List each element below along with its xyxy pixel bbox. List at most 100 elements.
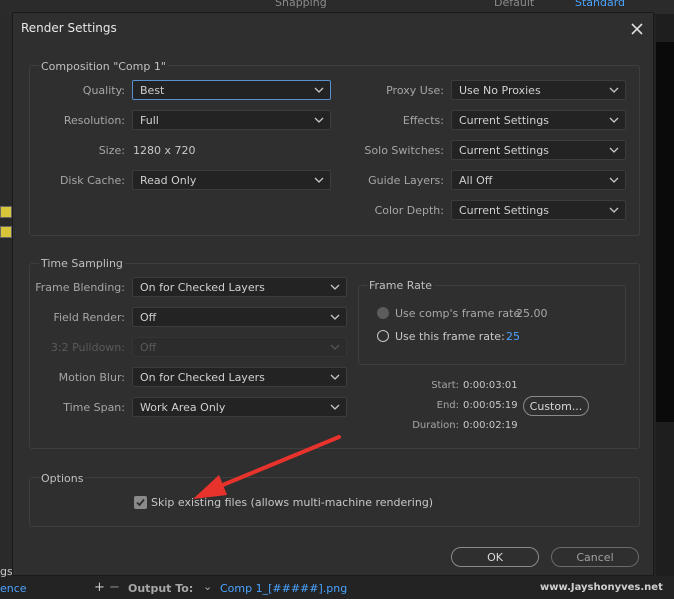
cancel-button[interactable]: Cancel bbox=[551, 547, 639, 567]
render-queue-row: gs ence + − Output To: ⌄ Comp 1_[#####].… bbox=[0, 565, 674, 599]
annotation-arrow-icon bbox=[193, 435, 341, 499]
app-right-panel bbox=[656, 14, 674, 599]
guide-layers-dropdown[interactable]: All Off bbox=[451, 170, 626, 190]
resolution-label: Resolution: bbox=[63, 114, 125, 127]
guide-layers-value: All Off bbox=[459, 174, 493, 187]
custom-button-label: Custom... bbox=[529, 400, 583, 413]
render-settings-dialog: Render Settings Composition "Comp 1" Qua… bbox=[12, 12, 654, 576]
disk-cache-dropdown[interactable]: Read Only bbox=[132, 170, 331, 190]
start-label: Start: bbox=[431, 380, 459, 391]
effects-label: Effects: bbox=[402, 114, 444, 127]
close-icon[interactable] bbox=[625, 17, 649, 41]
chevron-down-icon bbox=[609, 117, 619, 123]
dialog-title-bar[interactable]: Render Settings bbox=[13, 13, 653, 45]
frame-blending-dropdown[interactable]: On for Checked Layers bbox=[132, 277, 347, 297]
cancel-button-label: Cancel bbox=[576, 551, 614, 564]
app-left-panel bbox=[0, 14, 12, 599]
chevron-down-icon bbox=[609, 177, 619, 183]
label-color-chip bbox=[0, 206, 12, 218]
chevron-down-icon bbox=[330, 374, 340, 380]
time-span-value: Work Area Only bbox=[140, 401, 226, 414]
resolution-value: Full bbox=[140, 114, 159, 127]
chevron-down-icon bbox=[330, 404, 340, 410]
time-span-label: Time Span: bbox=[63, 401, 125, 414]
proxy-use-value: Use No Proxies bbox=[459, 84, 541, 97]
chevron-down-icon bbox=[609, 147, 619, 153]
effects-value: Current Settings bbox=[459, 114, 549, 127]
field-render-value: Off bbox=[140, 311, 157, 324]
workspace-tab-default[interactable]: Default bbox=[494, 0, 534, 9]
remove-output-icon[interactable]: − bbox=[109, 580, 120, 595]
chevron-down-icon bbox=[314, 117, 324, 123]
duration-value: 0:00:02:19 bbox=[463, 420, 518, 431]
field-render-dropdown[interactable]: Off bbox=[132, 307, 347, 327]
field-render-label: Field Render: bbox=[53, 311, 125, 324]
size-label: Size: bbox=[98, 144, 125, 157]
proxy-use-dropdown[interactable]: Use No Proxies bbox=[451, 80, 626, 100]
frame-rate-group-title: Frame Rate bbox=[367, 279, 434, 292]
frame-blending-label: Frame Blending: bbox=[35, 281, 125, 294]
label-color-chip bbox=[0, 226, 12, 238]
output-to-label: Output To: bbox=[128, 582, 194, 595]
time-sampling-group-title: Time Sampling bbox=[39, 257, 125, 270]
options-group-title: Options bbox=[39, 472, 86, 485]
quality-dropdown[interactable]: Best bbox=[132, 80, 331, 100]
ok-button[interactable]: OK bbox=[451, 547, 539, 567]
quality-label: Quality: bbox=[82, 84, 125, 97]
proxy-use-label: Proxy Use: bbox=[386, 84, 444, 97]
composition-viewer bbox=[656, 42, 674, 422]
skip-existing-checkbox[interactable] bbox=[134, 496, 147, 509]
frame-blending-value: On for Checked Layers bbox=[140, 281, 265, 294]
chevron-down-icon bbox=[330, 284, 340, 290]
chevron-down-icon[interactable]: ⌄ bbox=[203, 580, 212, 593]
custom-button[interactable]: Custom... bbox=[523, 396, 589, 416]
snapping-label[interactable]: Snapping bbox=[275, 0, 327, 9]
disk-cache-label: Disk Cache: bbox=[59, 174, 125, 187]
motion-blur-dropdown[interactable]: On for Checked Layers bbox=[132, 367, 347, 387]
pulldown-dropdown: Off bbox=[132, 337, 347, 357]
checkmark-icon bbox=[136, 498, 145, 507]
workspace-tab-standard[interactable]: Standard bbox=[575, 0, 625, 9]
start-value: 0:00:03:01 bbox=[463, 380, 518, 391]
chevron-down-icon bbox=[330, 344, 340, 350]
end-value: 0:00:05:19 bbox=[463, 400, 518, 411]
color-depth-label: Color Depth: bbox=[374, 204, 444, 217]
motion-blur-value: On for Checked Layers bbox=[140, 371, 265, 384]
panel-link[interactable]: ence bbox=[0, 582, 27, 595]
chevron-down-icon bbox=[609, 207, 619, 213]
solo-switches-label: Solo Switches: bbox=[364, 144, 444, 157]
chevron-down-icon bbox=[314, 177, 324, 183]
watermark: www.Jayshonyves.net bbox=[540, 582, 663, 593]
use-this-frame-rate-radio[interactable] bbox=[377, 330, 389, 342]
frame-rate-group bbox=[358, 285, 626, 365]
duration-label: Duration: bbox=[412, 420, 459, 431]
output-file-link[interactable]: Comp 1_[#####].png bbox=[220, 582, 347, 595]
chevron-down-icon bbox=[314, 87, 324, 93]
resolution-dropdown[interactable]: Full bbox=[132, 110, 331, 130]
end-label: End: bbox=[436, 400, 459, 411]
color-depth-value: Current Settings bbox=[459, 204, 549, 217]
use-this-frame-rate-label[interactable]: Use this frame rate: bbox=[395, 330, 505, 343]
guide-layers-label: Guide Layers: bbox=[368, 174, 444, 187]
panel-label: gs bbox=[0, 565, 13, 578]
solo-switches-value: Current Settings bbox=[459, 144, 549, 157]
add-output-icon[interactable]: + bbox=[94, 580, 105, 595]
disk-cache-value: Read Only bbox=[140, 174, 197, 187]
this-frame-rate-value[interactable]: 25 bbox=[506, 330, 520, 343]
solo-switches-dropdown[interactable]: Current Settings bbox=[451, 140, 626, 160]
time-span-dropdown[interactable]: Work Area Only bbox=[132, 397, 347, 417]
dialog-title: Render Settings bbox=[21, 21, 117, 35]
pulldown-value: Off bbox=[140, 341, 157, 354]
effects-dropdown[interactable]: Current Settings bbox=[451, 110, 626, 130]
chevron-down-icon bbox=[609, 87, 619, 93]
ok-button-label: OK bbox=[487, 551, 503, 564]
chevron-down-icon bbox=[330, 314, 340, 320]
use-comp-frame-rate-radio[interactable] bbox=[377, 307, 389, 319]
use-comp-frame-rate-label[interactable]: Use comp's frame rate bbox=[395, 307, 520, 320]
comp-frame-rate-value: 25.00 bbox=[516, 307, 548, 320]
color-depth-dropdown[interactable]: Current Settings bbox=[451, 200, 626, 220]
size-value: 1280 x 720 bbox=[133, 144, 196, 157]
composition-group-title: Composition "Comp 1" bbox=[39, 60, 168, 73]
quality-value: Best bbox=[140, 84, 165, 97]
motion-blur-label: Motion Blur: bbox=[58, 371, 125, 384]
